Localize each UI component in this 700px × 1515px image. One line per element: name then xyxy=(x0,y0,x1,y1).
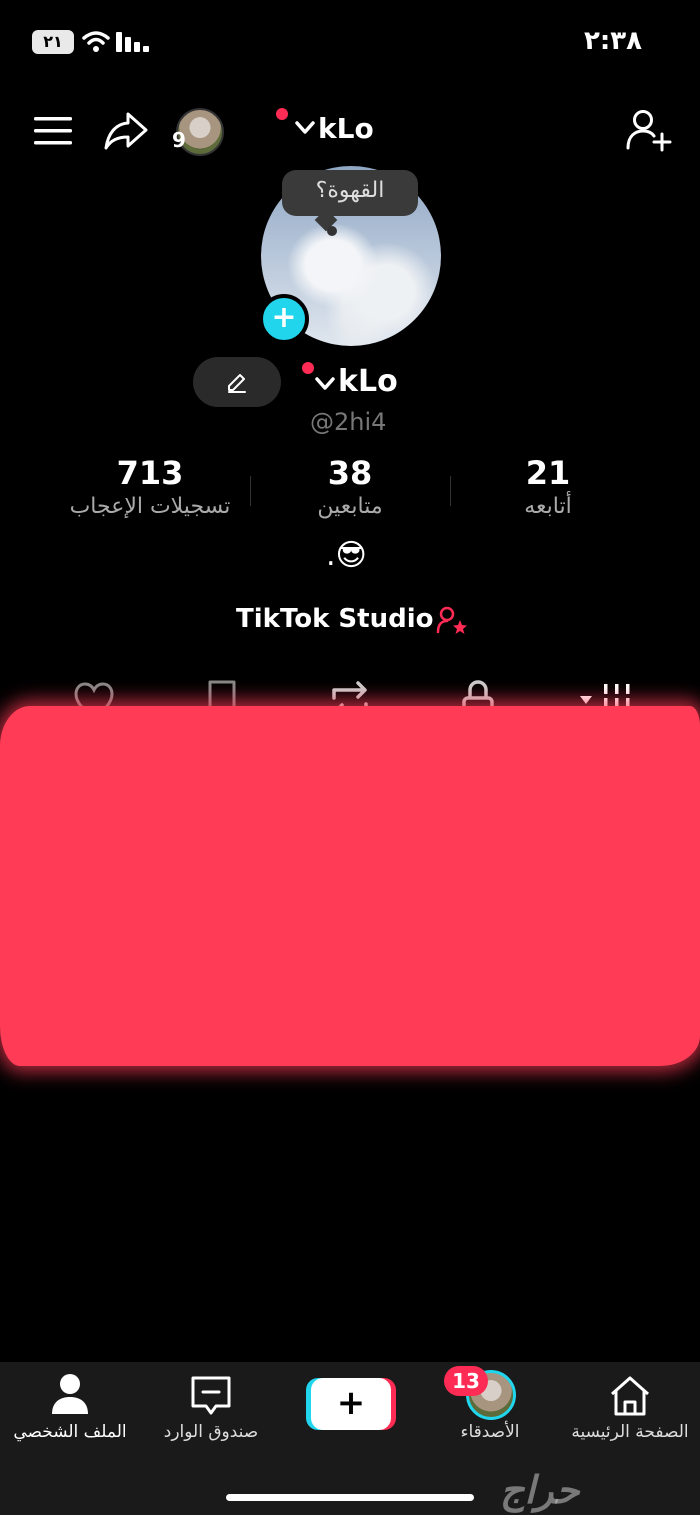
clock: ٢:٣٨ xyxy=(583,26,642,56)
nav-friends-label[interactable]: الأصدقاء xyxy=(440,1422,540,1442)
home-indicator xyxy=(226,1494,474,1501)
following-count[interactable]: 21 xyxy=(448,454,648,492)
likes-count[interactable]: 713 xyxy=(50,454,250,492)
watermark: حراج xyxy=(500,1468,580,1512)
inbox-icon[interactable] xyxy=(190,1374,232,1418)
profile-icon[interactable] xyxy=(50,1372,90,1416)
nav-profile-label[interactable]: الملف الشخصي xyxy=(4,1422,136,1442)
home-icon[interactable] xyxy=(606,1374,654,1418)
redaction-scribble xyxy=(0,706,700,1066)
menu-icon[interactable] xyxy=(34,116,72,146)
add-story-button[interactable]: + xyxy=(259,294,309,344)
likes-label: تسجيلات الإعجاب xyxy=(69,494,231,519)
chevron-down-icon[interactable] xyxy=(314,376,336,392)
creator-star-icon[interactable] xyxy=(436,606,468,634)
nav-inbox-label[interactable]: صندوق الوارد xyxy=(146,1422,276,1442)
pencil-icon xyxy=(228,374,246,393)
account-switcher[interactable]: kLo xyxy=(318,112,374,145)
profile-username[interactable]: kLo xyxy=(338,364,398,399)
following-label: أتابعه xyxy=(524,494,572,519)
note-dot xyxy=(327,226,337,236)
profile-bio: .😎 xyxy=(326,538,367,573)
share-icon[interactable] xyxy=(104,110,148,150)
edit-profile-button[interactable] xyxy=(193,357,281,407)
battery-indicator: ٢١ xyxy=(32,30,74,54)
followers-label: متابعين xyxy=(317,494,383,519)
friends-count: 9 xyxy=(172,128,186,152)
friends-badge: 13 xyxy=(444,1366,488,1396)
followers-count[interactable]: 38 xyxy=(250,454,450,492)
tiktok-studio-link[interactable]: TikTok Studio xyxy=(236,604,433,634)
notification-dot xyxy=(302,362,314,374)
create-button[interactable]: + xyxy=(311,1378,391,1430)
wifi-icon xyxy=(82,31,110,52)
note-bubble[interactable]: القهوة؟ xyxy=(282,170,418,216)
profile-handle: @2hi4 xyxy=(310,408,387,436)
add-friend-icon[interactable] xyxy=(626,108,672,152)
notification-dot xyxy=(276,108,288,120)
nav-home-label[interactable]: الصفحة الرئيسية xyxy=(560,1422,700,1442)
signal-icon xyxy=(116,32,149,52)
chevron-down-icon[interactable] xyxy=(294,120,316,136)
